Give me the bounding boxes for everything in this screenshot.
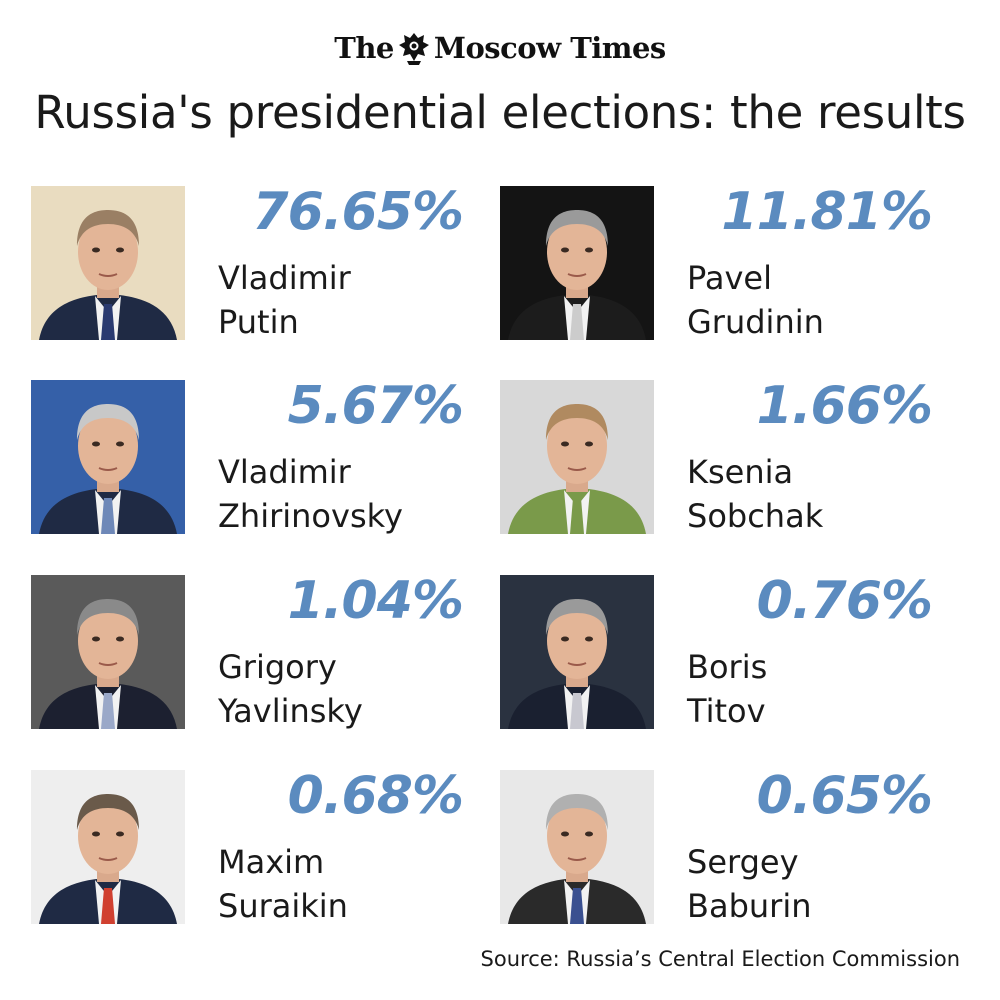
candidate-last-name: Yavlinsky <box>218 692 363 730</box>
candidate-first-name: Maxim <box>218 843 325 881</box>
candidate-first-name: Pavel <box>687 259 772 297</box>
masthead-logo: The Moscow Times <box>334 29 666 67</box>
candidate-photo <box>31 575 185 729</box>
photo-eye-right <box>116 831 124 837</box>
masthead-brand-left: The <box>334 31 394 65</box>
candidate-name: Vladimir Putin <box>218 256 351 344</box>
candidate-name: Pavel Grudinin <box>687 256 824 344</box>
candidate-photo <box>31 380 185 534</box>
candidate-photo <box>500 380 654 534</box>
candidate-last-name: Baburin <box>687 887 812 925</box>
photo-eye-left <box>561 636 569 642</box>
candidate-last-name: Suraikin <box>218 887 348 925</box>
masthead: The Moscow Times <box>0 28 1000 68</box>
photo-eye-left <box>561 831 569 837</box>
photo-eye-left <box>92 441 100 447</box>
vote-percentage: 0.65% <box>756 766 933 826</box>
candidate-photo <box>500 186 654 340</box>
photo-eye-left <box>92 831 100 837</box>
candidate-name: Sergey Baburin <box>687 840 811 928</box>
candidate-name: Grigory Yavlinsky <box>218 645 363 733</box>
candidate-name: Maxim Suraikin <box>218 840 348 928</box>
vote-percentage: 0.68% <box>287 766 464 826</box>
vote-percentage: 76.65% <box>252 182 464 242</box>
candidate-photo <box>31 770 185 924</box>
page-title: Russia's presidential elections: the res… <box>34 86 966 139</box>
candidate-card-baburin: 0.65% Sergey Baburin <box>500 766 940 928</box>
candidate-name: Boris Titov <box>687 645 767 733</box>
candidate-first-name: Vladimir <box>218 259 351 297</box>
photo-eye-right <box>585 636 593 642</box>
photo-eye-right <box>116 636 124 642</box>
candidate-card-suraikin: 0.68% Maxim Suraikin <box>31 766 471 928</box>
candidate-first-name: Sergey <box>687 843 799 881</box>
photo-eye-left <box>92 636 100 642</box>
candidate-card-titov: 0.76% Boris Titov <box>500 571 940 733</box>
candidate-card-yavlinsky: 1.04% Grigory Yavlinsky <box>31 571 471 733</box>
photo-eye-right <box>585 247 593 253</box>
candidate-photo <box>31 186 185 340</box>
candidate-first-name: Ksenia <box>687 453 794 491</box>
photo-eye-right <box>585 441 593 447</box>
candidate-card-grudinin: 11.81% Pavel Grudinin <box>500 182 940 344</box>
vote-percentage: 0.76% <box>756 571 933 631</box>
photo-eye-right <box>585 831 593 837</box>
candidate-card-putin: 76.65% Vladimir Putin <box>31 182 471 344</box>
candidate-last-name: Sobchak <box>687 497 824 535</box>
vote-percentage: 1.04% <box>287 571 464 631</box>
candidate-first-name: Vladimir <box>218 453 351 491</box>
candidate-last-name: Zhirinovsky <box>218 497 403 535</box>
masthead-brand-right: Moscow Times <box>433 31 666 65</box>
candidate-name: Ksenia Sobchak <box>687 450 823 538</box>
photo-eye-right <box>116 441 124 447</box>
candidate-last-name: Putin <box>218 303 299 341</box>
photo-eye-right <box>116 247 124 253</box>
candidate-card-sobchak: 1.66% Ksenia Sobchak <box>500 376 940 538</box>
candidate-photo <box>500 575 654 729</box>
photo-eye-left <box>92 247 100 253</box>
photo-eye-left <box>561 441 569 447</box>
candidate-first-name: Grigory <box>218 648 337 686</box>
candidate-card-zhirinovsky: 5.67% Vladimir Zhirinovsky <box>31 376 471 538</box>
candidate-photo <box>500 770 654 924</box>
vote-percentage: 1.66% <box>756 376 933 436</box>
candidate-first-name: Boris <box>687 648 768 686</box>
coat-of-arms-icon <box>398 33 429 65</box>
vote-percentage: 11.81% <box>721 182 933 242</box>
photo-eye-left <box>561 247 569 253</box>
candidate-last-name: Titov <box>687 692 766 730</box>
candidate-name: Vladimir Zhirinovsky <box>218 450 403 538</box>
candidate-last-name: Grudinin <box>687 303 824 341</box>
vote-percentage: 5.67% <box>287 376 464 436</box>
source-note: Source: Russia’s Central Election Commis… <box>480 947 960 971</box>
